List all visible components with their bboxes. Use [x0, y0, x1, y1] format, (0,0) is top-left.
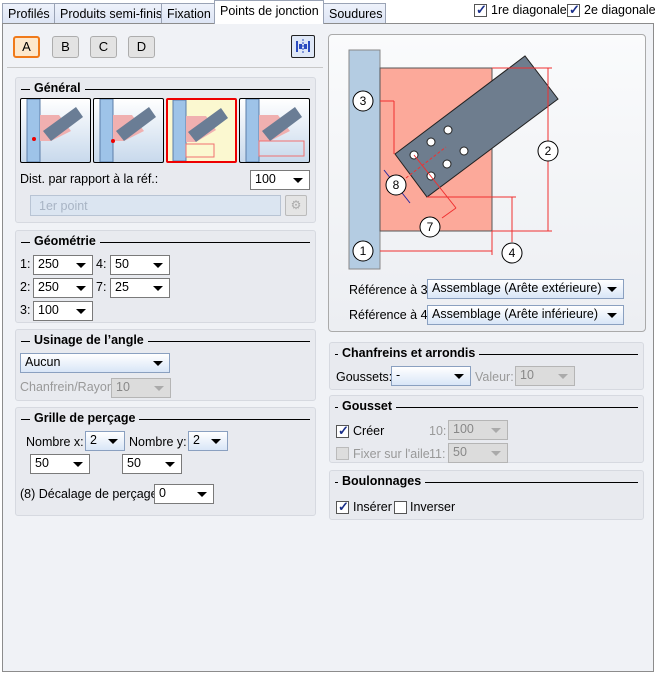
- gussets-dropdown[interactable]: -: [391, 366, 471, 386]
- connection-diagram: 3 2 8 7 1 4: [348, 49, 559, 270]
- field10-label: 10:: [429, 424, 447, 438]
- tab-junction-points[interactable]: Points de jonction: [214, 0, 324, 24]
- ny-dropdown[interactable]: 2: [188, 431, 228, 451]
- insert-checkbox[interactable]: [336, 499, 349, 515]
- bolts-title: Boulonnages: [338, 474, 426, 488]
- dx-dropdown[interactable]: 50: [30, 454, 90, 474]
- create-label: Créer: [353, 424, 385, 438]
- geometry-3-dropdown[interactable]: 100: [33, 301, 93, 321]
- tab-fixation[interactable]: Fixation: [161, 3, 215, 24]
- diagram-label-8: 8: [393, 178, 400, 192]
- field10-dropdown[interactable]: 100: [448, 420, 508, 440]
- gusset-title: Gousset: [338, 399, 397, 413]
- diagram-label-4: 4: [509, 246, 516, 260]
- angle-title: Usinage de l’angle: [30, 333, 148, 347]
- variant-d-button[interactable]: D: [128, 36, 155, 58]
- fix-flange-checkbox[interactable]: [336, 447, 349, 460]
- connection-thumbnail-icon: [172, 99, 228, 162]
- dist-dropdown[interactable]: 100: [250, 170, 310, 190]
- ref4-dropdown[interactable]: Assemblage (Arête inférieure): [427, 305, 624, 325]
- value-dropdown[interactable]: 10: [515, 366, 575, 386]
- nx-label: Nombre x:: [26, 435, 84, 449]
- geometry-title: Géométrie: [30, 234, 100, 248]
- tab-welds[interactable]: Soudures: [323, 3, 386, 24]
- general-option-1[interactable]: [20, 98, 91, 163]
- geometry-1-dropdown[interactable]: 250: [33, 255, 93, 275]
- invert-label: Inverser: [410, 500, 456, 514]
- column-shape: [348, 49, 381, 270]
- variant-a-button[interactable]: A: [13, 36, 40, 58]
- dy-dropdown[interactable]: 50: [122, 454, 182, 474]
- mirror-icon: [296, 39, 310, 54]
- ny-label: Nombre y:: [129, 435, 187, 449]
- chamfer-radius-dropdown[interactable]: 10: [111, 378, 171, 398]
- invert-checkbox[interactable]: [394, 501, 407, 514]
- field11-dropdown[interactable]: 50: [448, 443, 508, 463]
- tab-semi-finished[interactable]: Produits semi-finis: [54, 3, 162, 24]
- fix-flange-label: Fixer sur l'aile: [353, 447, 430, 461]
- first-point-input[interactable]: 1er point: [30, 195, 281, 216]
- nx-dropdown[interactable]: 2: [85, 431, 125, 451]
- variant-b-button[interactable]: B: [52, 36, 79, 58]
- geometry-label-7: 7:: [96, 280, 107, 294]
- geometry-4-dropdown[interactable]: 50: [110, 255, 170, 275]
- insert-label: Insérer: [353, 500, 392, 514]
- ref4-label: Référence à 4:: [349, 308, 431, 322]
- pick-point-button[interactable]: ⚙: [285, 195, 307, 216]
- separator: [7, 67, 323, 68]
- geometry-2-dropdown[interactable]: 250: [33, 278, 93, 298]
- general-title: Général: [30, 81, 85, 95]
- general-option-2[interactable]: [93, 98, 164, 163]
- ref3-label: Référence à 3:: [349, 283, 431, 297]
- diagram-label-1: 1: [360, 244, 367, 258]
- geometry-label-4: 4:: [96, 257, 107, 271]
- general-option-4[interactable]: [239, 98, 310, 163]
- dist-label: Dist. par rapport à la réf.:: [20, 172, 159, 186]
- diagram-label-3: 3: [360, 94, 367, 108]
- diagram-label-7: 7: [427, 220, 434, 234]
- value-label: Valeur:: [475, 370, 514, 384]
- ref3-dropdown[interactable]: Assemblage (Arête extérieure): [427, 279, 624, 299]
- offset-dropdown[interactable]: 0: [154, 484, 214, 504]
- geometry-label-1: 1:: [20, 257, 31, 271]
- connection-thumbnail-icon: [245, 98, 305, 163]
- geometry-label-3: 3:: [20, 303, 31, 317]
- pick-point-icon: ⚙: [290, 198, 302, 212]
- connection-thumbnail-icon: [99, 98, 156, 163]
- angle-type-dropdown[interactable]: Aucun: [20, 353, 170, 373]
- diagonal2-label: 2e diagonale: [584, 3, 656, 17]
- tab-profiles[interactable]: Profilés: [2, 3, 55, 24]
- field11-label: 11:: [429, 447, 446, 461]
- general-option-3[interactable]: [166, 98, 237, 163]
- drill-grid-title: Grille de perçage: [30, 411, 140, 425]
- variant-c-button[interactable]: C: [90, 36, 117, 58]
- chamfer-radius-label: Chanfrein/Rayon:: [20, 380, 118, 394]
- create-checkbox[interactable]: [336, 423, 349, 439]
- chamfers-title: Chanfreins et arrondis: [338, 346, 480, 360]
- diagonal1-checkbox[interactable]: [474, 2, 487, 18]
- gussets-label: Goussets:: [336, 370, 393, 384]
- diagonal1-label: 1re diagonale: [491, 3, 567, 17]
- diagonal2-checkbox[interactable]: [567, 2, 580, 18]
- geometry-7-dropdown[interactable]: 25: [110, 278, 170, 298]
- geometry-label-2: 2:: [20, 280, 31, 294]
- connection-thumbnail-icon: [26, 98, 83, 163]
- mirror-button[interactable]: [291, 35, 315, 58]
- offset-label: (8) Décalage de perçage:: [20, 487, 162, 501]
- diagram-label-2: 2: [545, 144, 552, 158]
